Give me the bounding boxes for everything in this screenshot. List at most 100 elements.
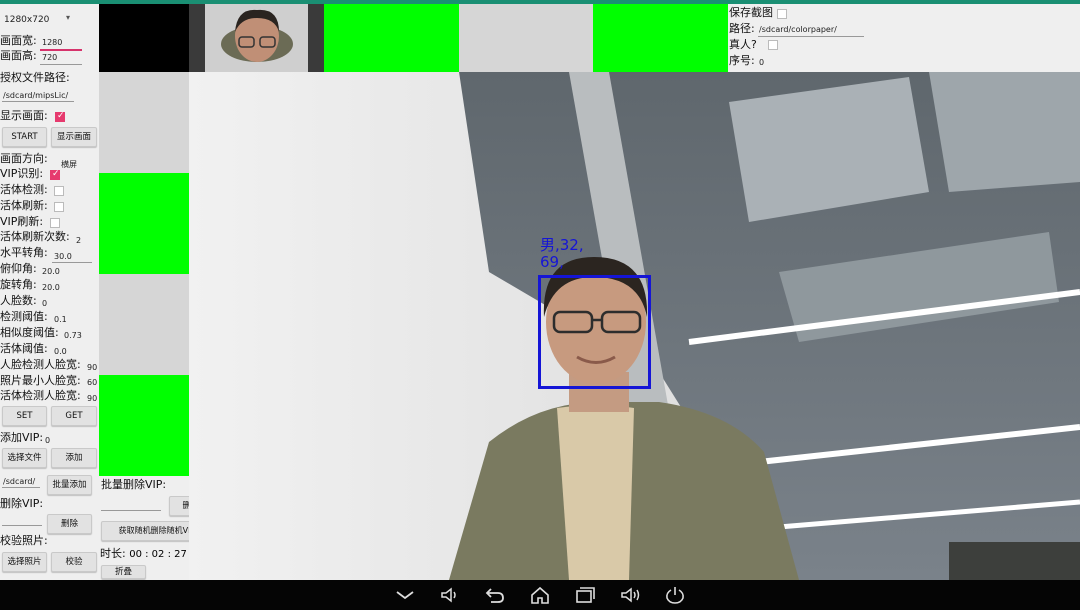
color-tile-green [324, 4, 459, 72]
verify-photo-label: 校验照片: [0, 534, 48, 547]
top-tile-row [189, 4, 728, 72]
index-input[interactable]: 0 [759, 58, 764, 67]
face-count-label: 人脸数: [0, 294, 37, 307]
sdcard-input[interactable]: /sdcard/ [3, 477, 35, 486]
settings-panel: 1280x720 ▾ 画面宽: 1280 画面高: 720 授权文件路径: /s… [0, 4, 99, 580]
color-tile-green [99, 173, 189, 274]
delete-button[interactable]: 删除 [47, 514, 92, 534]
height-input[interactable]: 720 [42, 53, 57, 62]
roll-label: 旋转角: [0, 278, 37, 291]
license-path-label: 授权文件路径: [0, 71, 70, 84]
save-screenshot-checkbox[interactable] [777, 9, 787, 19]
duration-value: 00 : 02 : 27 [129, 549, 187, 560]
vip-refresh-label: VIP刷新: [0, 215, 44, 228]
detect-threshold-input[interactable]: 0.1 [54, 315, 67, 324]
resolution-select[interactable]: 1280x720 ▾ [4, 12, 70, 27]
save-screenshot-label: 保存截图 [729, 6, 773, 19]
power-icon[interactable] [663, 585, 687, 605]
show-frame-button[interactable]: 显示画面 [51, 127, 97, 147]
liveness-refresh-label: 活体刷新: [0, 199, 48, 212]
liveness-refresh-count-label: 活体刷新次数: [0, 230, 70, 243]
face-detect-width-label: 人脸检测人脸宽: [0, 358, 81, 371]
width-input-underline [40, 49, 82, 51]
face-attributes-label: 男,32, 69, [540, 237, 584, 271]
height-label: 画面高: [0, 49, 37, 62]
batch-delete-underline [101, 510, 161, 511]
liveness-refresh-checkbox[interactable] [54, 202, 64, 212]
index-label: 序号: [729, 54, 755, 67]
add-vip-value: 0 [45, 436, 51, 445]
photo-min-face-label: 照片最小人脸宽: [0, 374, 81, 387]
sdcard-underline [2, 487, 40, 488]
liveness-detect-label: 活体检测: [0, 183, 48, 196]
face-thumbnail-tile [189, 4, 324, 72]
path-underline [758, 36, 864, 37]
show-frame-checkbox[interactable] [55, 111, 65, 122]
delete-vip-label: 删除VIP: [0, 497, 44, 510]
choose-file-button[interactable]: 选择文件 [2, 448, 47, 468]
liveness-face-width-label: 活体检测人脸宽: [0, 389, 81, 402]
color-tile-green [593, 4, 728, 72]
color-tile-gray [459, 4, 593, 72]
vip-recognize-label: VIP识别: [0, 167, 44, 180]
batch-delete-label: 批量删除VIP: [101, 478, 167, 491]
real-person-checkbox[interactable] [768, 40, 778, 50]
color-tile-gray [99, 72, 189, 173]
batch-add-button[interactable]: 批量添加 [47, 475, 92, 495]
face-attributes-line-2: 69, [540, 253, 564, 271]
width-input[interactable]: 1280 [42, 38, 62, 47]
face-thumbnail [189, 4, 324, 72]
similarity-threshold-label: 相似度阈值: [0, 326, 59, 339]
yaw-underline [52, 262, 92, 263]
license-path-input[interactable]: /sdcard/mipsLic/ [3, 91, 68, 100]
roll-input[interactable]: 20.0 [42, 283, 60, 292]
pitch-input[interactable]: 20.0 [42, 267, 60, 276]
color-tile-gray [99, 274, 189, 375]
face-detection-box [538, 275, 651, 389]
liveness-threshold-label: 活体阈值: [0, 342, 48, 355]
show-frame-label: 显示画面: [0, 109, 48, 122]
vip-recognize-checkbox[interactable] [50, 169, 60, 180]
duration-label: 时长: [100, 547, 126, 560]
volume-down-icon[interactable] [437, 585, 461, 605]
start-button[interactable]: START [2, 127, 47, 147]
vip-refresh-checkbox[interactable] [50, 218, 60, 228]
liveness-threshold-input[interactable]: 0.0 [54, 347, 67, 356]
verify-button[interactable]: 校验 [51, 552, 97, 572]
set-button[interactable]: SET [2, 406, 47, 426]
detect-threshold-label: 检测阈值: [0, 310, 48, 323]
pitch-label: 俯仰角: [0, 262, 37, 275]
choose-photo-button[interactable]: 选择照片 [2, 552, 47, 572]
liveness-face-width-input[interactable]: 90 [87, 394, 97, 403]
chevron-down-icon: ▾ [66, 13, 71, 22]
liveness-detect-checkbox[interactable] [54, 186, 64, 196]
photo-min-face-input[interactable]: 60 [87, 378, 97, 387]
liveness-refresh-count-input[interactable]: 2 [76, 236, 81, 245]
chevron-down-icon[interactable] [393, 585, 417, 605]
similarity-threshold-input[interactable]: 0.73 [64, 331, 82, 340]
add-vip-label: 添加VIP: [0, 431, 44, 444]
real-person-label: 真人? [729, 38, 757, 51]
partial-button[interactable]: 折叠 [101, 565, 146, 579]
screenshot-panel: 保存截图 路径: /sdcard/colorpaper/ 真人? 序号: 0 [728, 4, 1080, 72]
color-tile-black [99, 4, 189, 72]
add-button[interactable]: 添加 [51, 448, 97, 468]
volume-up-icon[interactable] [618, 585, 642, 605]
path-label: 路径: [729, 22, 755, 35]
yaw-input[interactable]: 30.0 [54, 252, 72, 261]
home-icon[interactable] [528, 585, 552, 605]
orientation-select[interactable]: 横屏 [61, 159, 77, 170]
color-tile-green [99, 375, 189, 476]
width-label: 画面宽: [0, 34, 37, 47]
face-count-value: 0 [42, 299, 48, 308]
face-detect-width-input[interactable]: 90 [87, 363, 97, 372]
path-input[interactable]: /sdcard/colorpaper/ [759, 25, 837, 34]
delete-vip-underline [2, 525, 42, 526]
orientation-label: 画面方向: [0, 152, 48, 165]
recent-apps-icon[interactable] [573, 585, 597, 605]
back-icon[interactable] [483, 585, 507, 605]
license-path-underline [2, 101, 74, 102]
camera-preview: 男,32, 69, [189, 72, 1080, 580]
duration-display: 时长: 00 : 02 : 27 [100, 547, 187, 562]
get-button[interactable]: GET [51, 406, 97, 426]
